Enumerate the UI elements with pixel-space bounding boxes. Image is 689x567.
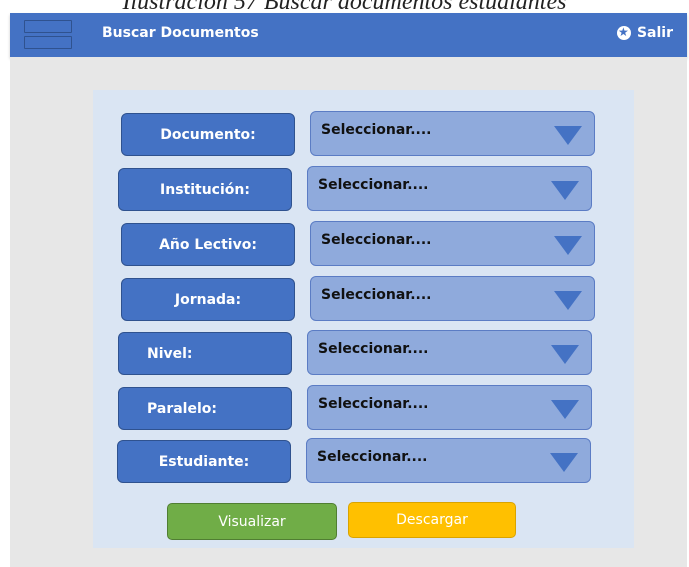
chevron-down-icon bbox=[554, 126, 582, 145]
level-select[interactable]: Seleccionar.... bbox=[307, 330, 592, 375]
student-label: Estudiante: bbox=[117, 440, 291, 483]
school-year-select[interactable]: Seleccionar.... bbox=[310, 221, 595, 266]
section-label: Paralelo: bbox=[118, 387, 292, 430]
logout-label: Salir bbox=[636, 25, 673, 41]
section-select-value: Seleccionar.... bbox=[318, 396, 429, 412]
top-bar: Buscar Documentos Salir bbox=[10, 13, 687, 57]
view-button-label: Visualizar bbox=[218, 513, 286, 530]
logout-icon bbox=[616, 24, 631, 40]
document-label: Documento: bbox=[121, 113, 295, 156]
chevron-down-icon bbox=[554, 236, 582, 255]
institution-label: Institución: bbox=[118, 168, 292, 211]
shift-select[interactable]: Seleccionar.... bbox=[310, 276, 595, 321]
shift-label: Jornada: bbox=[121, 278, 295, 321]
chevron-down-icon bbox=[551, 181, 579, 200]
school-year-select-value: Seleccionar.... bbox=[321, 232, 432, 248]
logout-button[interactable]: Salir bbox=[616, 24, 673, 41]
level-label: Nivel: bbox=[118, 332, 292, 375]
download-button[interactable]: Descargar bbox=[348, 502, 516, 538]
section-select[interactable]: Seleccionar.... bbox=[307, 385, 592, 430]
institution-select-value: Seleccionar.... bbox=[318, 177, 429, 193]
menu-icon[interactable] bbox=[24, 20, 72, 50]
school-year-label: Año Lectivo: bbox=[121, 223, 295, 266]
shift-select-value: Seleccionar.... bbox=[321, 287, 432, 303]
view-button[interactable]: Visualizar bbox=[167, 503, 337, 540]
chevron-down-icon bbox=[550, 453, 578, 472]
download-button-label: Descargar bbox=[396, 512, 468, 528]
document-select-value: Seleccionar.... bbox=[321, 122, 432, 138]
page-title: Buscar Documentos bbox=[102, 25, 259, 41]
institution-select[interactable]: Seleccionar.... bbox=[307, 166, 592, 211]
student-select[interactable]: Seleccionar.... bbox=[306, 438, 591, 483]
chevron-down-icon bbox=[551, 345, 579, 364]
document-select[interactable]: Seleccionar.... bbox=[310, 111, 595, 156]
level-select-value: Seleccionar.... bbox=[318, 341, 429, 357]
student-select-value: Seleccionar.... bbox=[317, 449, 428, 465]
chevron-down-icon bbox=[551, 400, 579, 419]
chevron-down-icon bbox=[554, 291, 582, 310]
